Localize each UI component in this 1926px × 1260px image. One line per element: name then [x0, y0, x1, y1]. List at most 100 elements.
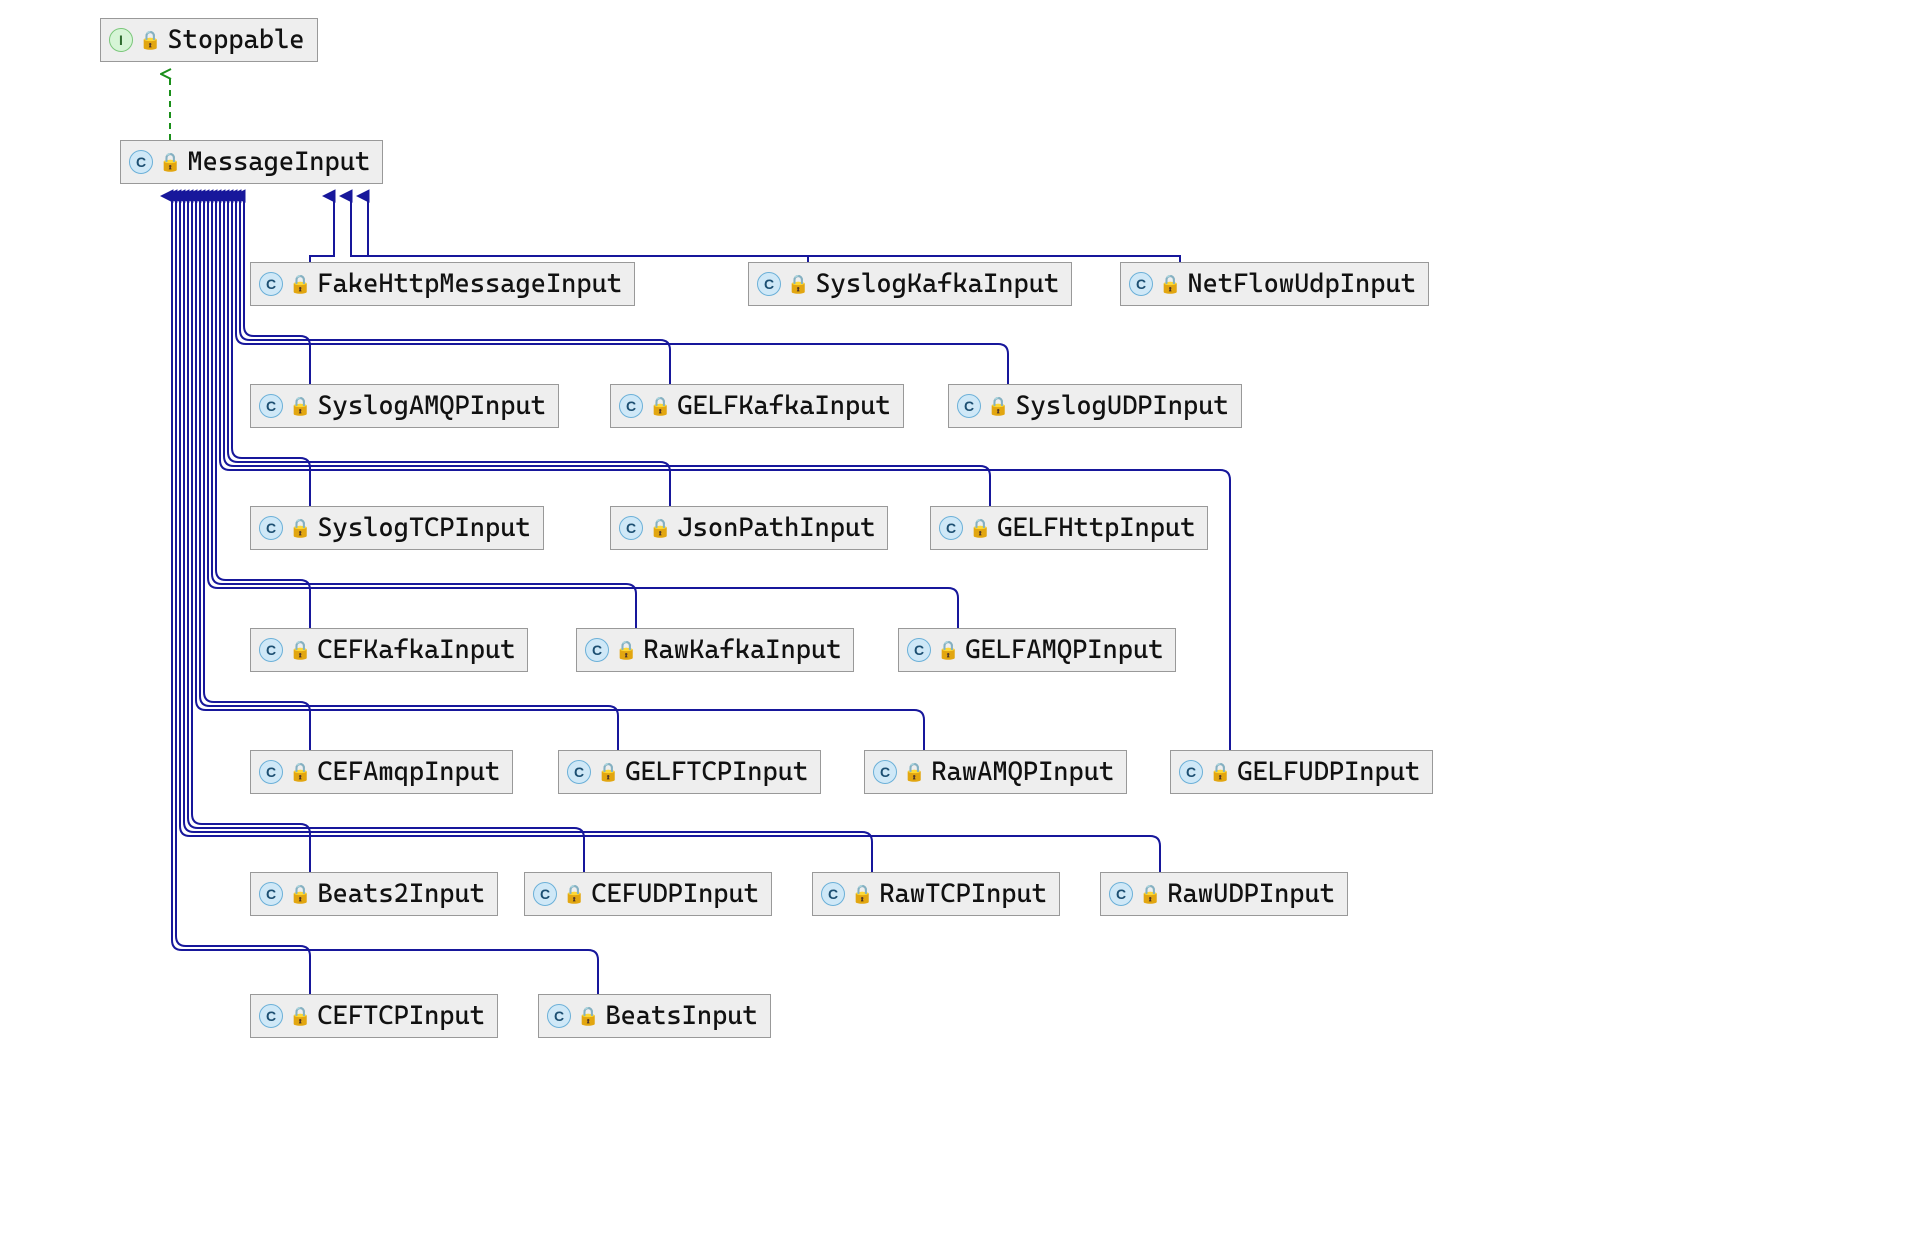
lock-icon: 🔒	[289, 1006, 311, 1027]
lock-icon: 🔒	[937, 640, 959, 661]
lock-icon: 🔒	[969, 518, 991, 539]
class-badge-icon: C	[619, 516, 643, 540]
class-badge-icon: C	[259, 1004, 283, 1028]
node-ceftcp[interactable]: C 🔒 CEFTCPInput	[250, 994, 498, 1038]
node-label: GELFUDPInput	[1237, 757, 1420, 787]
node-label: BeatsInput	[605, 1001, 757, 1031]
lock-icon: 🔒	[903, 762, 925, 783]
hierarchy-diagram: I 🔒 Stoppable C 🔒 MessageInput C 🔒 FakeHttpMessa…	[0, 0, 1926, 1260]
lock-icon: 🔒	[597, 762, 619, 783]
lock-icon: 🔒	[1159, 274, 1181, 295]
node-label: SyslogAMQPInput	[317, 391, 546, 421]
node-label: RawUDPInput	[1167, 879, 1335, 909]
lock-icon: 🔒	[787, 274, 809, 295]
node-label: GELFKafkaInput	[677, 391, 890, 421]
node-rawtcp[interactable]: C🔒RawTCPInput	[812, 872, 1060, 916]
class-badge-icon: C	[129, 150, 153, 174]
class-badge-icon: C	[259, 394, 283, 418]
node-label: CEFKafkaInput	[317, 635, 515, 665]
node-fakehttp[interactable]: C 🔒 FakeHttpMessageInput	[250, 262, 635, 306]
lock-icon: 🔒	[289, 396, 311, 417]
node-label: SyslogUDPInput	[1015, 391, 1228, 421]
lock-icon: 🔒	[139, 30, 161, 51]
lock-icon: 🔒	[563, 884, 585, 905]
node-label: GELFHttpInput	[997, 513, 1195, 543]
node-label: JsonPathInput	[677, 513, 875, 543]
class-badge-icon: C	[907, 638, 931, 662]
lock-icon: 🔒	[649, 396, 671, 417]
lock-icon: 🔒	[987, 396, 1009, 417]
node-label: CEFUDPInput	[591, 879, 759, 909]
node-label: RawTCPInput	[879, 879, 1047, 909]
lock-icon: 🔒	[289, 274, 311, 295]
node-label: RawAMQPInput	[931, 757, 1114, 787]
node-rawamqp[interactable]: C 🔒 RawAMQPInput	[864, 750, 1127, 794]
edge	[368, 196, 1180, 262]
class-badge-icon: C	[259, 760, 283, 784]
node-stoppable[interactable]: I 🔒 Stoppable	[100, 18, 318, 62]
edge	[310, 196, 334, 262]
edge	[224, 196, 990, 506]
edge	[228, 196, 670, 506]
node-messageinput[interactable]: C 🔒 MessageInput	[120, 140, 383, 184]
class-badge-icon: C	[873, 760, 897, 784]
class-badge-icon: C	[547, 1004, 571, 1028]
node-label: GELFAMQPInput	[965, 635, 1163, 665]
lock-icon: 🔒	[289, 640, 311, 661]
class-badge-icon: C	[821, 882, 845, 906]
class-badge-icon: C	[585, 638, 609, 662]
class-badge-icon: C	[533, 882, 557, 906]
node-beats[interactable]: C 🔒 BeatsInput	[538, 994, 771, 1038]
class-badge-icon: C	[259, 516, 283, 540]
node-syslogtcp[interactable]: C 🔒 SyslogTCPInput	[250, 506, 544, 550]
edge	[351, 196, 808, 262]
node-gelfkafka[interactable]: C 🔒 GELFKafkaInput	[610, 384, 904, 428]
class-badge-icon: C	[757, 272, 781, 296]
node-rawudp[interactable]: C 🔒 RawUDPInput	[1100, 872, 1348, 916]
node-rawkafka[interactable]: C 🔒 RawKafkaInput	[576, 628, 854, 672]
lock-icon: 🔒	[159, 152, 181, 173]
node-netflowudp[interactable]: C 🔒 NetFlowUdpInput	[1120, 262, 1429, 306]
class-badge-icon: C	[259, 638, 283, 662]
node-label: SyslogKafkaInput	[815, 269, 1059, 299]
node-label: GELFTCPInput	[625, 757, 808, 787]
class-badge-icon: C	[957, 394, 981, 418]
class-badge-icon: C	[1109, 882, 1133, 906]
class-badge-icon: C	[1129, 272, 1153, 296]
node-label: CEFAmqpInput	[317, 757, 500, 787]
node-gelfamqp[interactable]: C 🔒 GELFAMQPInput	[898, 628, 1176, 672]
node-syslogudp[interactable]: C 🔒 SyslogUDPInput	[948, 384, 1242, 428]
node-cefamqp[interactable]: C 🔒 CEFAmqpInput	[250, 750, 513, 794]
node-syslogamqp[interactable]: C 🔒 SyslogAMQPInput	[250, 384, 559, 428]
class-badge-icon: C	[259, 882, 283, 906]
node-label: NetFlowUdpInput	[1187, 269, 1416, 299]
lock-icon: 🔒	[615, 640, 637, 661]
node-cefudp[interactable]: C 🔒 CEFUDPInput	[524, 872, 772, 916]
lock-icon: 🔒	[289, 518, 311, 539]
node-gelfudp[interactable]: C🔒GELFUDPInput	[1170, 750, 1433, 794]
edge	[232, 196, 310, 506]
lock-icon: 🔒	[577, 1006, 599, 1027]
node-label: RawKafkaInput	[643, 635, 841, 665]
node-syslogkafka[interactable]: C 🔒 SyslogKafkaInput	[748, 262, 1072, 306]
node-label: Stoppable	[167, 25, 304, 55]
interface-badge-icon: I	[109, 28, 133, 52]
node-gelfhttp[interactable]: C 🔒 GELFHttpInput	[930, 506, 1208, 550]
node-label: MessageInput	[187, 147, 370, 177]
node-label: FakeHttpMessageInput	[317, 269, 622, 299]
lock-icon: 🔒	[289, 762, 311, 783]
class-badge-icon: C	[567, 760, 591, 784]
class-badge-icon: C	[619, 394, 643, 418]
class-badge-icon: C	[939, 516, 963, 540]
node-beats2[interactable]: C🔒Beats2Input	[250, 872, 498, 916]
node-label: SyslogTCPInput	[317, 513, 530, 543]
lock-icon: 🔒	[289, 884, 311, 905]
class-badge-icon: C	[1179, 760, 1203, 784]
node-jsonpath[interactable]: C 🔒 JsonPathInput	[610, 506, 888, 550]
node-cefkafka[interactable]: C 🔒 CEFKafkaInput	[250, 628, 528, 672]
node-gelftcp[interactable]: C 🔒 GELFTCPInput	[558, 750, 821, 794]
lock-icon: 🔒	[1139, 884, 1161, 905]
lock-icon: 🔒	[649, 518, 671, 539]
class-badge-icon: C	[259, 272, 283, 296]
node-label: CEFTCPInput	[317, 1001, 485, 1031]
